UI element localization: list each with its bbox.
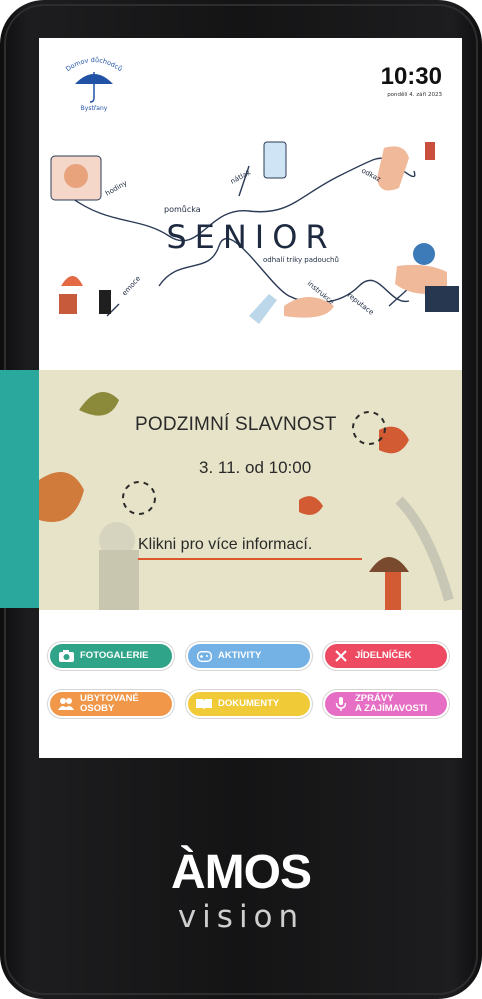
- cutlery-icon: [333, 649, 349, 663]
- brand-logo: ÀMOS vision: [0, 846, 482, 935]
- jidelnicek-label: JÍDELNÍČEK: [355, 650, 412, 661]
- clock: 10:30 pondělí 4. září 2023: [380, 63, 442, 99]
- senior-label: pomůcka: [164, 204, 201, 214]
- banner-date: 3. 11. od 10:00: [199, 458, 312, 477]
- senior-label: nátlak: [229, 168, 253, 186]
- kiosk-device: Domov důchodců Bystřany 10:30 pondělí 4.…: [0, 0, 482, 999]
- people-icon: [58, 697, 74, 711]
- microphone-icon: [333, 697, 349, 711]
- book-icon: [196, 697, 212, 711]
- zpravy-label: ZPRÁVY A ZAJÍMAVOSTI: [355, 693, 428, 714]
- brand-sub: vision: [177, 899, 305, 935]
- home-logo[interactable]: Domov důchodců Bystřany: [59, 50, 129, 112]
- senior-label: reputace: [346, 291, 375, 316]
- logo-text-bottom: Bystřany: [81, 105, 108, 112]
- banner-more-link[interactable]: Klikni pro více informací.: [138, 536, 312, 554]
- dokumenty-button[interactable]: DOKUMENTY: [186, 690, 312, 718]
- dokumenty-label: DOKUMENTY: [218, 698, 280, 709]
- senior-label: hodiny: [104, 179, 129, 198]
- senior-label: odhalí triky padouchů: [263, 256, 339, 264]
- clock-time: 10:30: [380, 63, 442, 90]
- senior-label: odkaz: [360, 167, 382, 184]
- jidelnicek-button[interactable]: JÍDELNÍČEK: [323, 642, 449, 670]
- brand-name: ÀMOS: [171, 846, 312, 899]
- event-banner[interactable]: PODZIMNÍ SLAVNOST 3. 11. od 10:00 Klikni…: [39, 370, 462, 610]
- zpravy-button[interactable]: ZPRÁVY A ZAJÍMAVOSTI: [323, 690, 449, 718]
- aktivity-label: AKTIVITY: [218, 650, 262, 661]
- aktivity-button[interactable]: AKTIVITY: [186, 642, 312, 670]
- senior-graphic[interactable]: SENIOR pomůcka nátlak odkaz hodiny emoce…: [39, 136, 462, 362]
- side-tab: [0, 370, 39, 608]
- svg-text:Domov důchodců: Domov důchodců: [64, 56, 123, 73]
- camera-icon: [58, 649, 74, 663]
- ubytovane-osoby-label: UBYTOVANÉ OSOBY: [80, 693, 139, 714]
- senior-title: SENIOR: [166, 218, 335, 256]
- senior-label: emoce: [121, 274, 143, 297]
- gamepad-icon: [196, 649, 212, 663]
- banner-underline: [138, 558, 362, 560]
- kiosk-screen: Domov důchodců Bystřany 10:30 pondělí 4.…: [39, 38, 462, 758]
- logo-text-top: Domov důchodců: [64, 56, 123, 73]
- fotogalerie-label: FOTOGALERIE: [80, 650, 149, 661]
- banner-title: PODZIMNÍ SLAVNOST: [135, 414, 337, 435]
- fotogalerie-button[interactable]: FOTOGALERIE: [48, 642, 174, 670]
- clock-date: pondělí 4. září 2023: [387, 92, 442, 98]
- ubytovane-osoby-button[interactable]: UBYTOVANÉ OSOBY: [48, 690, 174, 718]
